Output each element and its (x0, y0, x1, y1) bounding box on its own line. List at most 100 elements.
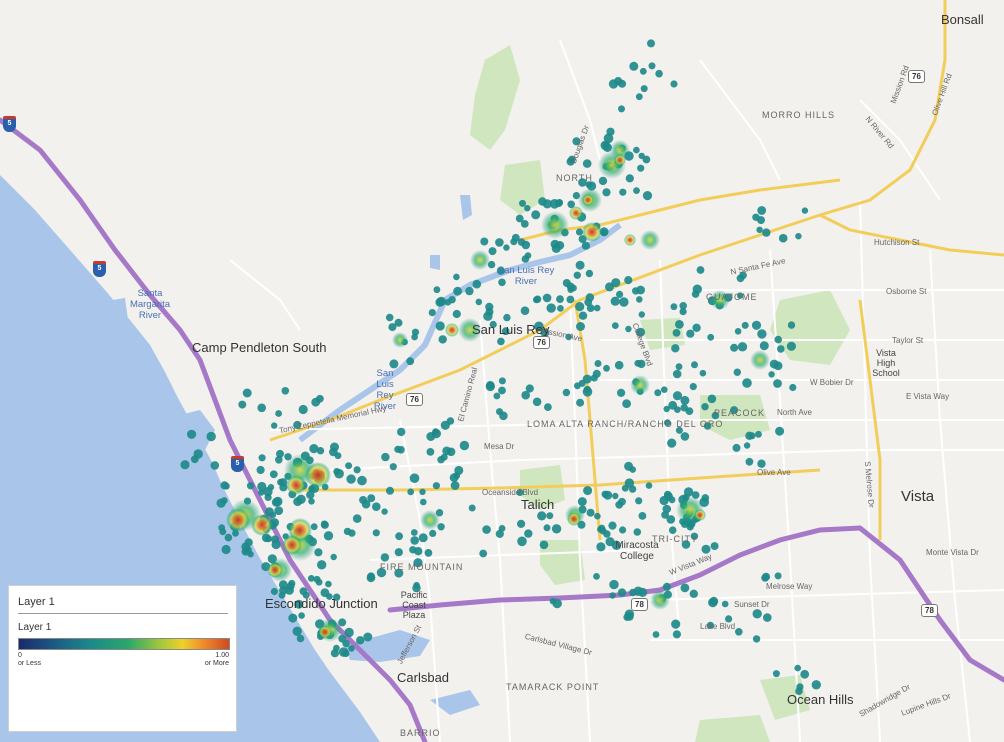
heat-point (546, 303, 556, 313)
street-label-sunset-dr: Sunset Dr (734, 600, 770, 609)
heat-point (357, 475, 367, 486)
heat-point (325, 580, 332, 588)
heat-point (594, 512, 601, 520)
heat-point (570, 284, 577, 292)
heat-point (582, 159, 592, 168)
heat-point (437, 456, 445, 464)
heat-point (449, 473, 459, 483)
heat-point (394, 548, 403, 557)
heat-point (420, 498, 427, 506)
heat-point (288, 613, 298, 623)
heat-point (440, 420, 450, 430)
heat-point (428, 309, 436, 317)
street-label-hutchison-st: Hutchison St (874, 238, 920, 247)
heat-warm-area (630, 375, 650, 395)
heat-point (672, 329, 681, 337)
interstate-5-shield: 5 (231, 456, 244, 472)
heat-point (314, 548, 323, 557)
heat-point (479, 549, 488, 558)
heat-point (410, 536, 420, 545)
heat-point (633, 187, 640, 195)
heat-point (757, 329, 767, 339)
heat-point (517, 536, 527, 547)
heat-point (296, 634, 305, 643)
heat-point (465, 286, 474, 296)
legend-max: 1.00 or More (205, 652, 229, 668)
heat-point (636, 296, 643, 303)
heat-point (442, 446, 452, 456)
heat-point (633, 586, 643, 596)
heat-point (680, 395, 690, 405)
heat-point (640, 85, 648, 93)
heat-point (786, 341, 797, 351)
heat-point (521, 390, 530, 400)
heat-point (609, 592, 616, 599)
heat-point (311, 397, 321, 407)
heat-point (238, 400, 247, 409)
heat-point (220, 497, 228, 504)
heat-point (424, 549, 433, 557)
heat-point (453, 273, 460, 281)
heat-point (308, 498, 315, 505)
heat-point (407, 488, 415, 496)
heat-point (468, 504, 476, 512)
heat-point (498, 525, 506, 532)
heat-point (680, 432, 690, 441)
heat-point (546, 512, 554, 520)
heat-point (363, 632, 373, 642)
heat-point (438, 335, 447, 344)
heat-point (668, 526, 677, 534)
legend-title: Layer 1 (18, 596, 55, 608)
heat-point (659, 495, 669, 506)
heat-warm-area (750, 350, 770, 370)
hood-label-fire-mountain: FIRE MOUNTAIN (380, 562, 464, 572)
hood-label-peacock: PEACOCK (714, 408, 766, 418)
heat-point (721, 600, 729, 608)
heat-point (180, 460, 190, 470)
heat-point (334, 468, 344, 479)
heat-point (320, 520, 329, 529)
heat-point (737, 342, 748, 352)
hood-label-guajome: GUAJOME (706, 292, 758, 302)
heat-point (655, 69, 663, 78)
heat-point (515, 214, 524, 223)
heat-point (372, 529, 380, 537)
heat-point (762, 572, 771, 581)
heat-point (187, 429, 197, 439)
heat-point (411, 328, 420, 336)
heat-point (586, 508, 595, 517)
heat-point (329, 447, 338, 457)
place-label-bonsall: Bonsall (941, 12, 984, 27)
heat-point (707, 394, 717, 404)
heat-point (359, 496, 368, 504)
heat-point (409, 546, 417, 554)
hood-label-tri-city: TRI-CITY (652, 534, 698, 544)
heat-point (286, 582, 295, 591)
heat-point (685, 407, 694, 415)
heat-point (389, 463, 397, 471)
heat-point (577, 497, 587, 507)
heat-point (244, 538, 253, 547)
heat-point (772, 670, 780, 678)
heat-point (680, 583, 690, 593)
heat-point (635, 497, 643, 505)
heat-point (745, 431, 754, 440)
heat-point (436, 296, 446, 307)
heat-point (503, 313, 511, 322)
heat-point (538, 197, 547, 206)
hood-label-morro-hills: MORRO HILLS (762, 110, 836, 120)
heat-point (485, 307, 494, 316)
street-label-e-vista-way: E Vista Way (906, 392, 950, 401)
heat-point (638, 152, 645, 160)
heat-point (348, 645, 355, 652)
heat-point (734, 328, 742, 335)
heat-point (672, 369, 682, 379)
heat-point (454, 465, 464, 475)
heat-point (556, 295, 564, 303)
heat-point (751, 320, 762, 330)
heat-hotspot (614, 154, 626, 166)
heat-point (756, 226, 763, 233)
heat-point (539, 540, 549, 550)
heat-point (666, 515, 676, 524)
heat-point (692, 323, 701, 332)
